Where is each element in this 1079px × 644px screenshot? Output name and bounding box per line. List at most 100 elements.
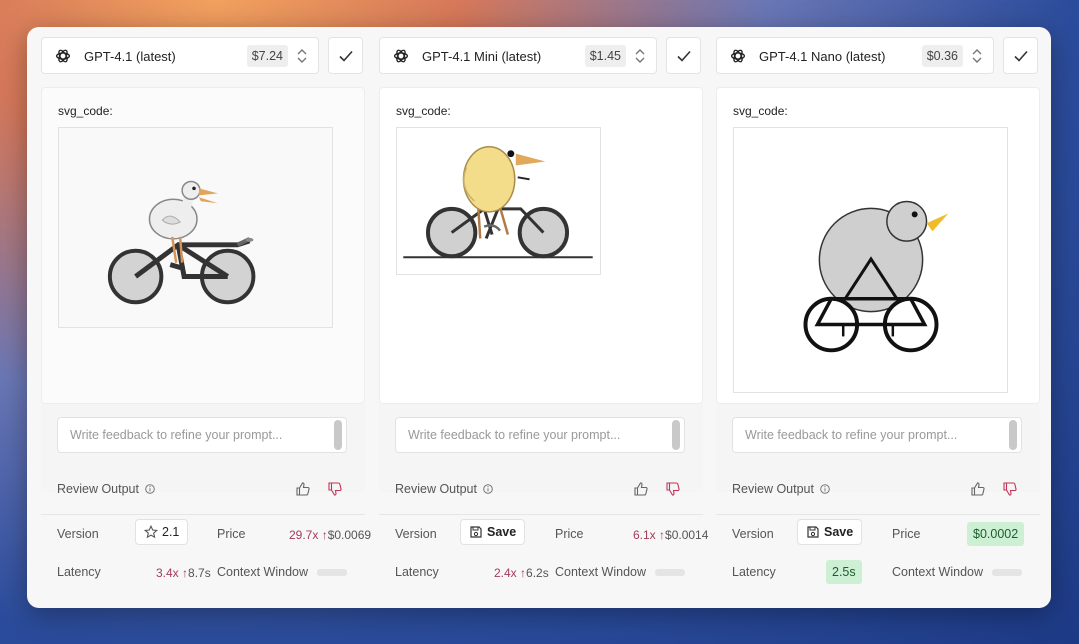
- thumbs-down-icon[interactable]: [1002, 481, 1018, 497]
- output-label: svg_code:: [733, 104, 788, 118]
- feedback-section: [379, 404, 703, 492]
- divider: [41, 514, 365, 515]
- bird-on-bicycle-drawing: [107, 180, 256, 305]
- bird-on-bicycle-drawing: [403, 146, 593, 259]
- feedback-scrollbar[interactable]: [1009, 420, 1017, 450]
- price-metric: 6.1x ↑$0.0014: [633, 528, 708, 542]
- output-label: svg_code:: [58, 104, 113, 118]
- context-window-bar: [992, 569, 1022, 576]
- feedback-scrollbar[interactable]: [334, 420, 342, 450]
- context-window-label: Context Window: [555, 565, 647, 579]
- select-model-button[interactable]: [1003, 37, 1038, 74]
- openai-logo-icon: [55, 49, 71, 63]
- model-name: GPT-4.1 Mini (latest): [422, 49, 542, 64]
- model-name: GPT-4.1 Nano (latest): [759, 49, 886, 64]
- svg-output-preview: [733, 127, 1008, 393]
- floppy-disk-icon: [470, 526, 482, 538]
- price-value: $0.0069: [327, 528, 372, 542]
- output-label: svg_code:: [396, 104, 451, 118]
- latency-multiplier: 2.4x: [494, 566, 517, 580]
- thumbs-up-icon[interactable]: [295, 481, 311, 497]
- thumbs-up-icon[interactable]: [970, 481, 986, 497]
- price-value-badge: $0.0002: [967, 522, 1025, 546]
- price-multiplier: 6.1x: [633, 528, 656, 542]
- price-label: Price: [892, 527, 921, 541]
- model-select[interactable]: GPT-4.1 Mini (latest) $1.45: [379, 37, 657, 74]
- version-label: Version: [57, 527, 99, 541]
- context-window-bar: [655, 569, 685, 576]
- save-version-button[interactable]: Save: [460, 519, 526, 545]
- model-name: GPT-4.1 (latest): [84, 49, 176, 64]
- info-icon[interactable]: [483, 484, 493, 494]
- latency-label: Latency: [57, 565, 101, 579]
- chevron-up-down-icon[interactable]: [971, 47, 983, 65]
- review-output-label: Review Output: [57, 482, 139, 496]
- model-price: $0.36: [921, 45, 963, 67]
- feedback-input[interactable]: [57, 417, 347, 453]
- check-icon: [677, 50, 691, 62]
- select-model-button[interactable]: [666, 37, 701, 74]
- price-metric: 29.7x ↑$0.0069: [289, 528, 371, 542]
- model-column-gpt-4-1-nano: GPT-4.1 Nano (latest) $0.36 svg_code: Wr…: [716, 37, 1040, 596]
- latency-value: 6.2s: [526, 566, 549, 580]
- openai-logo-icon: [730, 49, 746, 63]
- divider: [716, 514, 1040, 515]
- model-column-gpt-4-1: GPT-4.1 (latest) $7.24 svg_code: Write f…: [41, 37, 371, 596]
- floppy-disk-icon: [807, 526, 819, 538]
- thumbs-down-icon[interactable]: [665, 481, 681, 497]
- check-icon: [1014, 50, 1028, 62]
- check-icon: [339, 50, 353, 62]
- price-label: Price: [217, 527, 246, 541]
- save-label: Save: [487, 525, 517, 539]
- thumbs-up-icon[interactable]: [633, 481, 649, 497]
- latency-label: Latency: [732, 565, 776, 579]
- version-label: Version: [395, 527, 437, 541]
- price-multiplier: 29.7x: [289, 528, 319, 542]
- version-button[interactable]: 2.1: [135, 519, 189, 545]
- latency-value: 8.7s: [188, 566, 211, 580]
- feedback-section: [41, 404, 365, 492]
- model-column-gpt-4-1-mini: GPT-4.1 Mini (latest) $1.45 svg_code: Wr…: [379, 37, 708, 596]
- svg-output-preview: [396, 127, 601, 275]
- output-panel: svg_code:: [41, 87, 365, 404]
- context-window-bar: [317, 569, 347, 576]
- info-icon[interactable]: [820, 484, 830, 494]
- context-window-label: Context Window: [892, 565, 984, 579]
- price-value: $0.0014: [665, 528, 709, 542]
- latency-value-badge: 2.5s: [826, 560, 862, 584]
- bird-on-bicycle-drawing: [803, 200, 949, 353]
- feedback-input[interactable]: [732, 417, 1022, 453]
- context-window-label: Context Window: [217, 565, 309, 579]
- version-label: Version: [732, 527, 774, 541]
- comparison-window: GPT-4.1 (latest) $7.24 svg_code: Write f…: [27, 27, 1051, 608]
- output-panel: svg_code:: [716, 87, 1040, 404]
- thumbs-down-icon[interactable]: [327, 481, 343, 497]
- info-icon[interactable]: [145, 484, 155, 494]
- review-output-label: Review Output: [732, 482, 814, 496]
- review-output-label: Review Output: [395, 482, 477, 496]
- svg-output-preview: [58, 127, 333, 328]
- model-header: GPT-4.1 Nano (latest) $0.36: [716, 37, 1040, 75]
- model-header: GPT-4.1 Mini (latest) $1.45: [379, 37, 703, 75]
- model-price: $7.24: [246, 45, 288, 67]
- chevron-up-down-icon[interactable]: [296, 47, 308, 65]
- star-icon: [143, 524, 159, 539]
- save-version-button[interactable]: Save: [797, 519, 863, 545]
- select-model-button[interactable]: [328, 37, 363, 74]
- feedback-scrollbar[interactable]: [672, 420, 680, 450]
- output-panel: svg_code:: [379, 87, 703, 404]
- model-select[interactable]: GPT-4.1 (latest) $7.24: [41, 37, 319, 74]
- feedback-input[interactable]: [395, 417, 685, 453]
- chevron-up-down-icon[interactable]: [634, 47, 646, 65]
- feedback-section: [716, 404, 1040, 492]
- openai-logo-icon: [393, 49, 409, 63]
- version-value: 2.1: [162, 525, 180, 539]
- model-select[interactable]: GPT-4.1 Nano (latest) $0.36: [716, 37, 994, 74]
- latency-multiplier: 3.4x: [156, 566, 179, 580]
- model-header: GPT-4.1 (latest) $7.24: [41, 37, 365, 75]
- model-price: $1.45: [584, 45, 626, 67]
- latency-metric: 3.4x ↑8.7s: [156, 566, 211, 580]
- save-label: Save: [824, 525, 854, 539]
- latency-metric: 2.4x ↑6.2s: [494, 566, 549, 580]
- latency-label: Latency: [395, 565, 439, 579]
